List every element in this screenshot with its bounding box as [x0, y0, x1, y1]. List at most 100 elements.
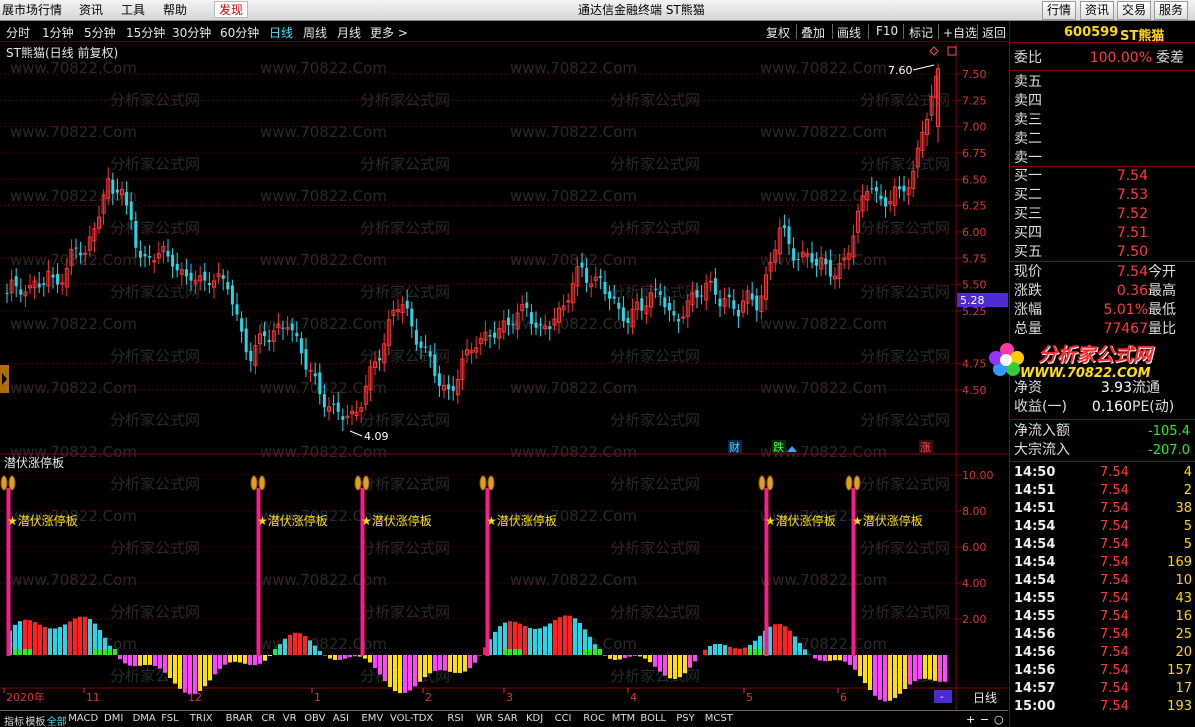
service-button[interactable]: 服务: [1154, 1, 1189, 20]
indicator-tab[interactable]: 指标: [4, 713, 24, 727]
candle-body: [230, 285, 234, 305]
menu-news[interactable]: 资讯: [79, 2, 103, 19]
candle-body: [437, 373, 441, 386]
zoom-out-button[interactable]: −: [980, 713, 989, 726]
indicator-bar: [113, 649, 117, 655]
event-tag-rise[interactable]: 涨: [920, 441, 931, 454]
period-60min[interactable]: 60分钟: [220, 24, 259, 41]
watermark-text: 分析家公式网: [610, 155, 700, 173]
candle-body: [566, 300, 571, 303]
sub-axis-label: 8.00: [962, 505, 987, 518]
indicator-tab[interactable]: CCI: [555, 713, 572, 724]
period-daily[interactable]: 日线: [269, 24, 293, 41]
indicator-tab[interactable]: RSI: [447, 713, 463, 724]
signal-label: ★潜伏涨停板: [765, 513, 836, 528]
candle-body: [700, 295, 704, 297]
tick-row: 14:50 7.54 4: [1014, 465, 1192, 480]
chart-area[interactable]: www.70822.Com www.70822.Com www.70822.Com w…: [0, 43, 1195, 710]
quote-button[interactable]: 行情: [1042, 1, 1077, 20]
indicator-tab[interactable]: 模板: [25, 713, 45, 727]
period-1min[interactable]: 1分钟: [42, 24, 74, 41]
indicator-bar: [653, 655, 657, 667]
mark-button[interactable]: 标记: [909, 24, 933, 41]
back-button[interactable]: 返回: [982, 24, 1006, 41]
period-timeshare[interactable]: 分时: [6, 24, 30, 41]
event-tag-fall[interactable]: 跌: [773, 440, 784, 454]
tick-row: 14:56 7.54 25: [1014, 627, 1192, 642]
sub-axis-label: 6.00: [962, 541, 987, 554]
indicator-tab[interactable]: VOL-TDX: [390, 713, 433, 724]
draw-line-button[interactable]: 画线: [837, 24, 861, 41]
menu-tools[interactable]: 工具: [121, 2, 145, 19]
adjust-button[interactable]: 复权: [766, 24, 790, 41]
period-30min[interactable]: 30分钟: [172, 24, 211, 41]
zoom-in-button[interactable]: +: [966, 713, 975, 726]
indicator-bar: [418, 655, 422, 682]
trade-button[interactable]: 交易: [1117, 1, 1152, 20]
indicator-tab[interactable]: DMI: [104, 713, 123, 724]
indicator-tab[interactable]: PSY: [676, 713, 695, 724]
sub-axis-label: 10.00: [962, 469, 994, 482]
watermark-text: www.70822.Com: [760, 379, 887, 397]
indicator-tab[interactable]: MTM: [612, 713, 635, 724]
indicator-bar: [838, 655, 842, 661]
indicator-bar: [563, 615, 567, 655]
watermark-text: 分析家公式网: [360, 411, 450, 429]
candle-body: [143, 254, 147, 257]
candle-body: [184, 269, 188, 277]
indicator-tab[interactable]: SAR: [497, 713, 517, 724]
price-axis-label: 7.50: [962, 68, 987, 81]
indicator-tab[interactable]: DMA: [133, 713, 156, 724]
indicator-tab[interactable]: MCST: [705, 713, 733, 724]
indicator-bar: [48, 628, 52, 655]
f10-button[interactable]: F10: [876, 24, 898, 38]
indicator-bar: [593, 649, 597, 655]
period-monthly[interactable]: 月线: [337, 24, 361, 41]
indicator-bar: [833, 655, 837, 661]
indicator-bar: [398, 655, 402, 694]
indicator-tab[interactable]: ROC: [583, 713, 605, 724]
indicator-tab[interactable]: WR: [476, 713, 493, 724]
indicator-tab[interactable]: EMV: [361, 713, 383, 724]
overlay-button[interactable]: 叠加: [801, 24, 825, 41]
menu-market[interactable]: 展市场行情: [2, 2, 62, 19]
indicator-tab[interactable]: CR: [261, 713, 275, 724]
watermark-text: 分析家公式网: [110, 475, 200, 493]
indicator-tab[interactable]: 全部: [47, 713, 67, 727]
indicator-tab[interactable]: KDJ: [526, 713, 543, 724]
indicator-tab[interactable]: OBV: [304, 713, 325, 724]
info-button[interactable]: 资讯: [1080, 1, 1115, 20]
candle-body: [249, 350, 253, 362]
indicator-bar: [228, 655, 232, 663]
indicator-bar: [198, 655, 202, 691]
watermark-text: 分析家公式网: [110, 219, 200, 237]
period-5min[interactable]: 5分钟: [84, 24, 116, 41]
indicator-bar: [708, 645, 712, 655]
event-tag-finance[interactable]: 财: [729, 440, 740, 454]
indicator-tab[interactable]: TRIX: [190, 713, 213, 724]
candle-body: [115, 189, 119, 193]
indicator-tab[interactable]: BOLL: [640, 713, 666, 724]
indicator-tab[interactable]: MACD: [68, 713, 98, 724]
menu-help[interactable]: 帮助: [163, 2, 187, 19]
indicator-tab[interactable]: VR: [283, 713, 297, 724]
indicator-bar: [573, 618, 577, 655]
reset-button[interactable]: ○: [994, 713, 1004, 726]
watermark-text: 分析家公式网: [110, 347, 200, 365]
indicator-tab[interactable]: BRAR: [226, 713, 253, 724]
indicator-bar: [633, 655, 637, 656]
indicator-tab[interactable]: ASI: [333, 713, 349, 724]
period-weekly[interactable]: 周线: [303, 24, 327, 41]
candle-body: [677, 319, 681, 322]
buy-level-row: 买五 7.50: [1014, 244, 1148, 260]
add-favorite-button[interactable]: +自选: [943, 24, 977, 41]
candle-body: [125, 191, 129, 206]
period-15min[interactable]: 15分钟: [126, 24, 165, 41]
indicator-bar: [538, 628, 542, 655]
watermark-text: 分析家公式网: [360, 603, 450, 621]
menu-discover[interactable]: 发现: [214, 1, 249, 18]
period-more[interactable]: 更多 >: [370, 24, 408, 41]
indicator-tab[interactable]: FSL: [161, 713, 179, 724]
candle-body: [5, 292, 9, 294]
watermark-text: 分析家公式网: [860, 219, 950, 237]
